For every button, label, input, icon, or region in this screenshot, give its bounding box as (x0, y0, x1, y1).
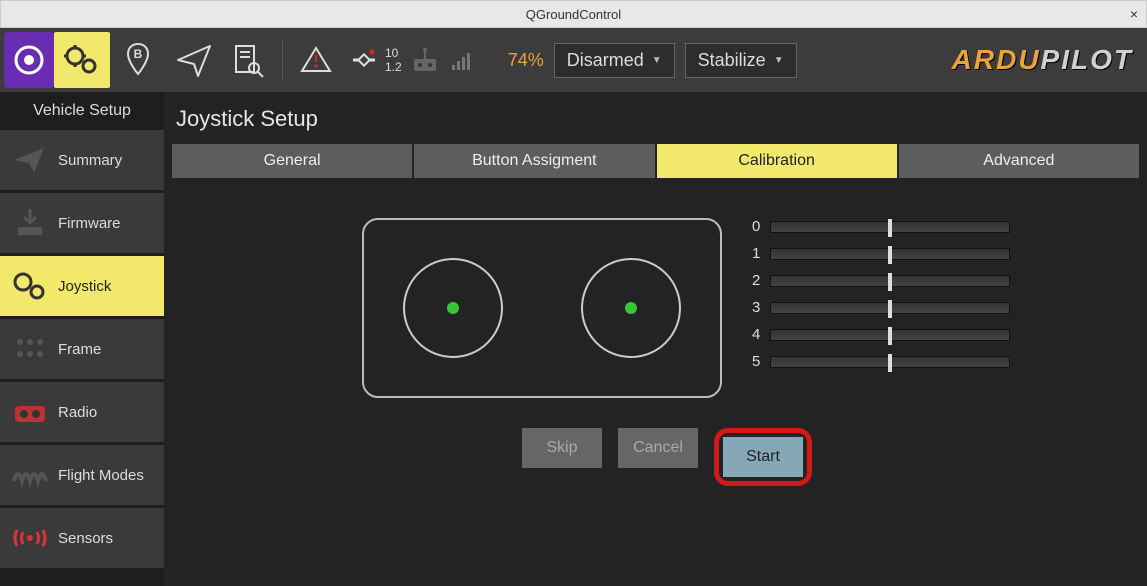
cancel-button[interactable]: Cancel (618, 428, 698, 468)
window-titlebar: QGroundControl × (0, 0, 1147, 28)
tab-calibration[interactable]: Calibration (657, 144, 897, 178)
tab-bar: General Button Assigment Calibration Adv… (172, 144, 1139, 178)
frame-dots-icon (8, 329, 52, 369)
messages-button[interactable] (291, 32, 341, 88)
right-stick (581, 258, 681, 358)
axis-row: 4 (752, 326, 1010, 343)
app-logo-button[interactable] (4, 32, 54, 88)
sidebar-item-frame[interactable]: Frame (0, 319, 164, 379)
axis-bar-1 (770, 248, 1010, 260)
sidebar-item-label: Firmware (58, 215, 121, 232)
q-icon (12, 43, 46, 77)
sidebar-item-label: Joystick (58, 278, 111, 295)
close-icon[interactable]: × (1130, 6, 1138, 22)
battery-percent[interactable]: 74% (508, 50, 544, 71)
stick-visualizer (362, 218, 722, 398)
right-stick-dot (625, 302, 637, 314)
sat-count: 10 (385, 46, 402, 60)
radio-icon (8, 392, 52, 432)
axis-row: 1 (752, 245, 1010, 262)
analyze-button[interactable] (222, 32, 274, 88)
sidebar-item-flight-modes[interactable]: Flight Modes (0, 445, 164, 505)
download-chip-icon (8, 203, 52, 243)
sidebar-item-label: Sensors (58, 530, 113, 547)
sidebar-item-joystick[interactable]: Joystick (0, 256, 164, 316)
gears-icon (8, 266, 52, 306)
tab-general[interactable]: General (172, 144, 412, 178)
sidebar: Vehicle Setup Summary Firmware Joystick … (0, 92, 164, 586)
left-stick-dot (447, 302, 459, 314)
sidebar-item-sensors[interactable]: Sensors (0, 508, 164, 568)
axis-bar-3 (770, 302, 1010, 314)
document-search-icon (230, 42, 266, 78)
sidebar-item-label: Radio (58, 404, 97, 421)
paper-plane-icon (8, 140, 52, 180)
axis-bar-0 (770, 221, 1010, 233)
waypoint-icon: B (118, 40, 158, 80)
flight-mode-dropdown[interactable]: Stabilize ▼ (685, 43, 797, 78)
arm-state-dropdown[interactable]: Disarmed ▼ (554, 43, 675, 78)
signal-bars-icon (450, 49, 476, 71)
axis-row: 0 (752, 218, 1010, 235)
sidebar-item-label: Frame (58, 341, 101, 358)
sidebar-item-firmware[interactable]: Firmware (0, 193, 164, 253)
tab-advanced[interactable]: Advanced (899, 144, 1139, 178)
axis-row: 5 (752, 353, 1010, 370)
gps-status[interactable] (341, 32, 381, 88)
axis-bar-2 (770, 275, 1010, 287)
sat-hdop: 1.2 (385, 60, 402, 74)
top-toolbar: B 10 1.2 (0, 28, 1147, 92)
window-title: QGroundControl (1, 7, 1146, 22)
sensor-waves-icon (8, 518, 52, 558)
rc-status[interactable] (402, 32, 448, 88)
main-panel: Joystick Setup General Button Assigment … (164, 92, 1147, 586)
calibration-buttons: Skip Cancel Start (522, 428, 1139, 486)
telemetry-rssi[interactable] (448, 32, 484, 88)
toolbar-separator (282, 40, 283, 80)
wave-icon (8, 455, 52, 495)
warning-triangle-icon (299, 45, 333, 75)
arm-state-label: Disarmed (567, 50, 644, 71)
start-button[interactable]: Start (723, 437, 803, 477)
axis-bar-5 (770, 356, 1010, 368)
plan-button[interactable]: B (110, 32, 166, 88)
gears-icon (62, 43, 102, 77)
fly-button[interactable] (166, 32, 222, 88)
axis-row: 2 (752, 272, 1010, 289)
axis-monitor: 0 1 2 3 4 5 (752, 218, 1010, 398)
left-stick (403, 258, 503, 358)
page-title: Joystick Setup (172, 96, 1139, 144)
tab-button-assignment[interactable]: Button Assigment (414, 144, 654, 178)
flight-mode-label: Stabilize (698, 50, 766, 71)
sidebar-title: Vehicle Setup (0, 92, 164, 130)
rc-icon (410, 47, 440, 73)
axis-row: 3 (752, 299, 1010, 316)
skip-button[interactable]: Skip (522, 428, 602, 468)
brand-logo: ARDUPILOT (952, 44, 1133, 76)
sidebar-item-summary[interactable]: Summary (0, 130, 164, 190)
sidebar-item-radio[interactable]: Radio (0, 382, 164, 442)
sidebar-item-label: Summary (58, 152, 122, 169)
vehicle-setup-button[interactable] (54, 32, 110, 88)
sidebar-item-label: Flight Modes (58, 467, 144, 484)
satellite-icon (349, 45, 379, 75)
svg-text:B: B (134, 47, 143, 61)
axis-bar-4 (770, 329, 1010, 341)
paper-plane-icon (174, 40, 214, 80)
gps-values: 10 1.2 (385, 46, 402, 74)
caret-down-icon: ▼ (774, 55, 784, 66)
start-highlight: Start (714, 428, 812, 486)
caret-down-icon: ▼ (652, 55, 662, 66)
